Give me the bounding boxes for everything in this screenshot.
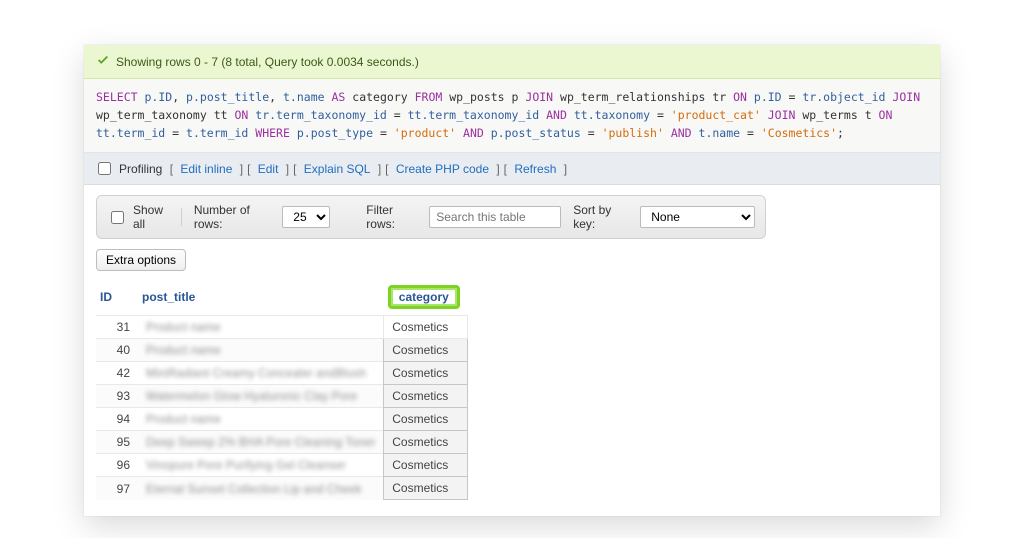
table-row[interactable]: 95Deep Sweep 2% BHA Pore Cleaning TonerC… [96,431,468,454]
cell-post-title: Eternal Sunset Collection Lip and Cheek [138,477,384,500]
filter-label: Filter rows: [366,203,417,231]
cell-id: 96 [96,454,138,477]
show-all-control[interactable]: Show all [107,203,169,231]
cell-post-title: Product name [138,316,384,339]
query-action-bar: Profiling [ Edit inline ] [ Edit ] [ Exp… [84,153,940,185]
table-row[interactable]: 97Eternal Sunset Collection Lip and Chee… [96,477,468,500]
cell-id: 97 [96,477,138,500]
col-header-post-title[interactable]: post_title [138,279,384,316]
sql-query-display: SELECT p.ID, p.post_title, t.name AS cat… [84,79,940,153]
success-banner: Showing rows 0 - 7 (8 total, Query took … [84,45,940,79]
cell-post-title: Product name [138,339,384,362]
cell-id: 95 [96,431,138,454]
col-header-category[interactable]: category [384,279,468,316]
cell-post-title: Product name [138,408,384,431]
cell-id: 42 [96,362,138,385]
cell-category: Cosmetics [384,431,468,454]
cell-post-title: MiniRadiant Creamy Concealer andBlush [138,362,384,385]
cell-category: Cosmetics [384,408,468,431]
cell-id: 31 [96,316,138,339]
cell-id: 93 [96,385,138,408]
results-table: ID post_title category 31Product nameCos… [96,279,468,500]
cell-category: Cosmetics [384,385,468,408]
cell-post-title: Vinopure Pore Purifying Gel Cleanser [138,454,384,477]
table-row[interactable]: 96Vinopure Pore Purifying Gel CleanserCo… [96,454,468,477]
cell-category: Cosmetics [384,362,468,385]
query-result-card: Showing rows 0 - 7 (8 total, Query took … [84,45,940,516]
profiling-label: Profiling [119,162,162,176]
cell-id: 94 [96,408,138,431]
show-all-label: Show all [133,203,169,231]
numrows-select[interactable]: 25 [282,206,330,228]
cell-category: Cosmetics [384,339,468,362]
cell-post-title: Deep Sweep 2% BHA Pore Cleaning Toner [138,431,384,454]
sortkey-select[interactable]: None [640,206,755,228]
table-controls-bar: Show all Number of rows: 25 Filter rows:… [96,195,766,239]
filter-rows-input[interactable] [429,206,561,228]
col-header-id[interactable]: ID [96,279,138,316]
numrows-label: Number of rows: [194,203,270,231]
extra-options-button[interactable]: Extra options [96,249,186,271]
table-row[interactable]: 93Watermelon Glow Hyaluronic Clay PoreCo… [96,385,468,408]
check-icon [96,53,110,70]
edit-link[interactable]: Edit [258,162,279,176]
table-row[interactable]: 42MiniRadiant Creamy Concealer andBlushC… [96,362,468,385]
show-all-checkbox[interactable] [111,211,124,224]
sortkey-label: Sort by key: [573,203,628,231]
cell-category: Cosmetics [384,316,468,339]
profiling-checkbox[interactable] [98,162,111,175]
cell-category: Cosmetics [384,477,468,500]
cell-post-title: Watermelon Glow Hyaluronic Clay Pore [138,385,384,408]
refresh-link[interactable]: Refresh [514,162,556,176]
explain-sql-link[interactable]: Explain SQL [304,162,371,176]
table-row[interactable]: 31Product nameCosmetics [96,316,468,339]
edit-inline-link[interactable]: Edit inline [180,162,232,176]
success-message: Showing rows 0 - 7 (8 total, Query took … [116,55,419,69]
create-php-link[interactable]: Create PHP code [396,162,489,176]
table-row[interactable]: 94Product nameCosmetics [96,408,468,431]
cell-id: 40 [96,339,138,362]
table-row[interactable]: 40Product nameCosmetics [96,339,468,362]
cell-category: Cosmetics [384,454,468,477]
